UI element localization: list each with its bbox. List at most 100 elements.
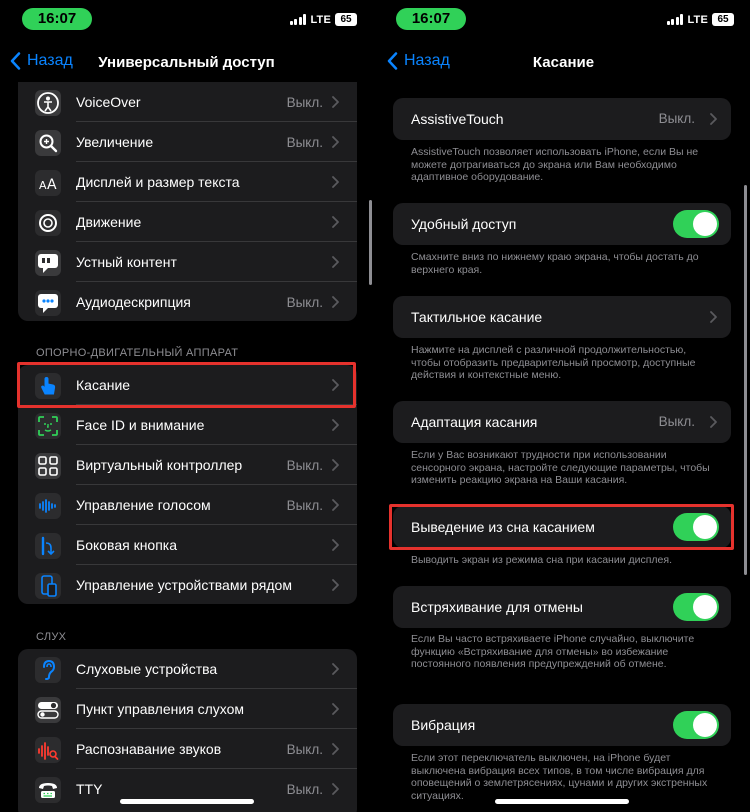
touch-accommodations-row[interactable]: Адаптация касания Выкл. (393, 401, 731, 443)
highlight-tap-to-wake (389, 504, 734, 550)
row-label: Виртуальный контроллер (76, 457, 243, 473)
toggles-icon (35, 697, 61, 723)
settings-row[interactable]: Аудиодескрипция Выкл. (18, 282, 357, 322)
reachability-label: Удобный доступ (411, 216, 517, 232)
home-indicator[interactable] (495, 799, 629, 804)
row-value: Выкл. (286, 457, 323, 473)
assistive-touch-value: Выкл. (658, 111, 695, 126)
row-label: VoiceOver (76, 94, 141, 110)
row-value: Выкл. (286, 134, 323, 150)
reachability-row: Удобный доступ (393, 203, 731, 245)
motion-icon (35, 210, 61, 236)
reachability-description: Смахните вниз по нижнему краю экрана, чт… (411, 251, 699, 276)
chevron-right-icon (332, 296, 339, 308)
grid-icon (35, 453, 61, 479)
chevron-right-icon (332, 783, 339, 795)
voiceover-icon (35, 90, 61, 116)
settings-row[interactable]: Увеличение Выкл. (18, 122, 357, 162)
row-label: Боковая кнопка (76, 537, 178, 553)
chevron-right-icon (332, 256, 339, 268)
svg-text:A: A (39, 179, 47, 192)
row-value: Выкл. (286, 497, 323, 513)
chevron-right-icon (332, 176, 339, 188)
settings-row[interactable]: Распознавание звуков Выкл. (18, 729, 357, 769)
chevron-right-icon (332, 96, 339, 108)
settings-row[interactable]: Управление устройствами рядом (18, 565, 357, 605)
assistive-touch-row[interactable]: AssistiveTouch Выкл. (393, 98, 731, 140)
svg-text:A: A (47, 177, 57, 193)
network-type: LTE (310, 13, 331, 26)
chevron-right-icon (332, 703, 339, 715)
network-type: LTE (687, 13, 708, 26)
shake-to-undo-row: Встряхивание для отмены (393, 586, 731, 628)
chevron-right-icon (332, 579, 339, 591)
status-time: 16:07 (396, 8, 466, 30)
row-label: Управление голосом (76, 497, 211, 513)
settings-row[interactable]: VoiceOver Выкл. (18, 82, 357, 122)
chevron-right-icon (710, 416, 717, 428)
chevron-right-icon (332, 663, 339, 675)
status-bar: 16:07 LTE 65 (0, 0, 373, 40)
haptic-touch-label: Тактильное касание (411, 309, 543, 325)
row-label: Распознавание звуков (76, 741, 222, 757)
row-label: Увеличение (76, 134, 154, 150)
battery-icon: 65 (335, 13, 357, 26)
page-title: Универсальный доступ (98, 54, 275, 71)
touch-accommodations-description: Если у Вас возникают трудности при испол… (411, 449, 710, 486)
settings-row[interactable]: Управление голосом Выкл. (18, 485, 357, 525)
reachability-toggle[interactable] (673, 210, 719, 238)
battery-icon: 65 (712, 13, 734, 26)
signal-icon (666, 14, 684, 25)
highlight-touch (17, 362, 356, 408)
assistive-touch-description: AssistiveTouch позволяет использовать iP… (411, 146, 699, 183)
row-label: Пункт управления слухом (76, 701, 245, 717)
chevron-right-icon (332, 459, 339, 471)
side-button-icon (35, 533, 61, 559)
nearby-devices-icon (35, 573, 61, 599)
status-bar: 16:07 LTE 65 (377, 0, 750, 40)
chevron-right-icon (332, 136, 339, 148)
settings-row[interactable]: Устный контент (18, 242, 357, 282)
settings-row[interactable]: Боковая кнопка (18, 525, 357, 565)
haptic-touch-row[interactable]: Тактильное касание (393, 296, 731, 338)
settings-row[interactable]: Виртуальный контроллер Выкл. (18, 445, 357, 485)
nav-bar: Назад Касание (377, 44, 750, 84)
row-label: Face ID и внимание (76, 417, 205, 433)
row-label: Устный контент (76, 254, 177, 270)
vibration-label: Вибрация (411, 717, 476, 733)
status-time: 16:07 (22, 8, 92, 30)
row-value: Выкл. (286, 294, 323, 310)
settings-row[interactable]: Face ID и внимание (18, 405, 357, 445)
speech-bubble-icon (35, 250, 61, 276)
row-label: TTY (76, 781, 103, 797)
touch-accommodations-label: Адаптация касания (411, 414, 538, 430)
shake-to-undo-toggle[interactable] (673, 593, 719, 621)
signal-icon (289, 14, 307, 25)
chevron-right-icon (332, 743, 339, 755)
row-value: Выкл. (286, 781, 323, 797)
settings-row[interactable]: Пункт управления слухом (18, 689, 357, 729)
settings-row[interactable]: A A Дисплей и размер текста (18, 162, 357, 202)
scrollbar[interactable] (744, 185, 747, 575)
chevron-right-icon (332, 419, 339, 431)
touch-screen: 16:07 LTE 65 Назад Касание AssistiveTouc… (377, 0, 750, 812)
tty-icon (35, 777, 61, 803)
scrollbar[interactable] (369, 200, 372, 285)
row-label: Движение (76, 214, 142, 230)
voice-wave-icon (35, 493, 61, 519)
ear-icon (35, 657, 61, 683)
settings-row[interactable]: Движение (18, 202, 357, 242)
text-size-icon: AA (35, 170, 61, 196)
row-label: Слуховые устройства (76, 661, 218, 677)
chevron-right-icon (710, 113, 717, 125)
tap-to-wake-description: Выводить экран из режима сна при касании… (411, 554, 672, 566)
accessibility-screen: 16:07 LTE 65 Назад Универсальный доступ … (0, 0, 373, 812)
vibration-toggle[interactable] (673, 711, 719, 739)
settings-row[interactable]: Слуховые устройства (18, 649, 357, 689)
chevron-right-icon (332, 539, 339, 551)
section-header-hearing: СЛУХ (36, 631, 67, 643)
chevron-right-icon (332, 499, 339, 511)
sound-recognition-icon (35, 737, 61, 763)
vision-group: VoiceOver Выкл. Увеличение Выкл. A A Дисплей и… (18, 82, 357, 321)
home-indicator[interactable] (120, 799, 254, 804)
